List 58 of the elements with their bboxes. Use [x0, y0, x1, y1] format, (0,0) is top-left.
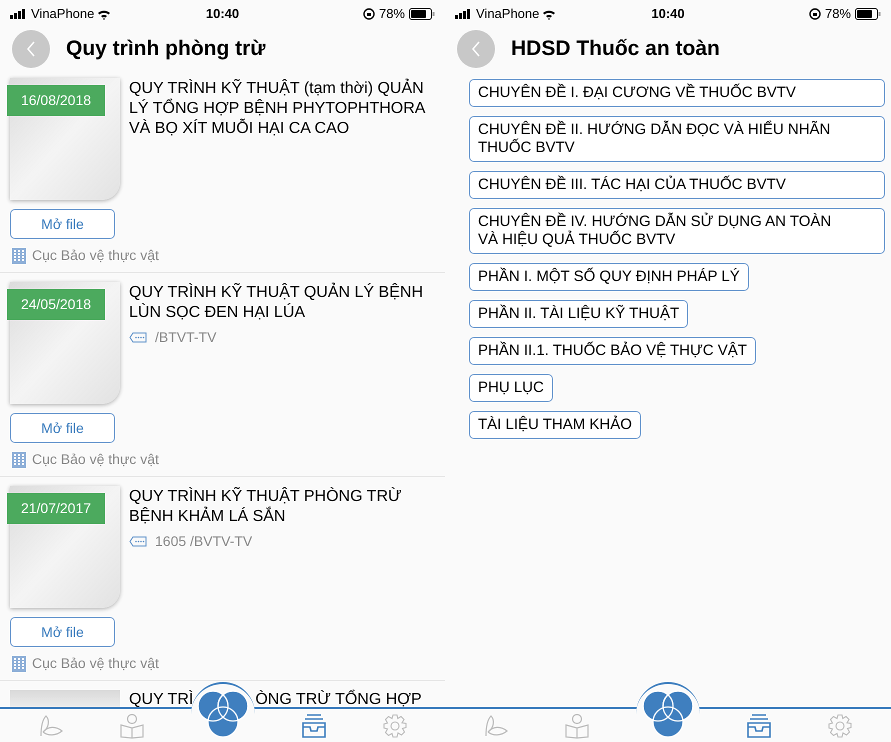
tag-icon	[129, 332, 147, 343]
document-title: ÒNG TRỪ TỔNG HỢP	[255, 690, 422, 707]
date-badge: 16/08/2018	[7, 85, 105, 116]
back-button[interactable]	[12, 30, 50, 68]
document-title: QUY TRÌNH KỸ THUẬT (tạm thời) QUẢN LÝ TỔNG HỢP BỆNH PHYTOPHTHORA VÀ BỌ XÍT MUỖI HẠI CA CAO	[129, 79, 426, 139]
clock-time: 10:40	[651, 5, 685, 24]
leaf-icon	[38, 714, 64, 738]
signal-icon	[10, 9, 28, 19]
battery-percent: 78%	[378, 5, 405, 24]
battery-percent: 78%	[824, 5, 851, 24]
date-badge: 21/07/2017	[7, 493, 105, 524]
section-button[interactable]: PHẦN I. MỘT SỐ QUY ĐỊNH PHÁP LÝ	[469, 263, 749, 291]
leaf-icon	[482, 714, 509, 738]
document-title: QUY TRÌNH KỸ THUẬT PHÒNG TRỪ BỆNH KHẢM LÁ SẮN	[129, 487, 403, 527]
document-code: /BTVT-TV	[155, 328, 216, 347]
section-button[interactable]: PHẦN II.1. THUỐC BẢO VỆ THỰC VẬT	[469, 337, 756, 365]
battery-icon	[855, 8, 881, 20]
chevron-left-icon	[471, 41, 481, 57]
section-button[interactable]: CHUYÊN ĐỀ IV. HƯỚNG DẪN SỬ DỤNG AN TOÀN VÀ HIỆU QUẢ THUỐC BVTV	[469, 208, 885, 254]
carrier-name: VinaPhone	[476, 5, 540, 24]
rotation-lock-icon	[808, 8, 821, 20]
document-title: QUY TRÌNH KỸ THUẬT QUẢN LÝ BỆNH LÙN SỌC ĐEN HẠI LÚA	[129, 283, 424, 323]
signal-icon	[455, 9, 473, 19]
building-icon	[12, 452, 26, 468]
open-file-button[interactable]: Mở file	[10, 413, 115, 443]
back-button[interactable]	[457, 30, 495, 68]
section-button[interactable]: PHẦN II. TÀI LIỆU KỸ THUẬT	[469, 300, 688, 328]
building-icon	[12, 656, 26, 672]
settings-icon	[827, 712, 854, 738]
tag-icon	[129, 536, 147, 547]
carrier-name: VinaPhone	[31, 5, 94, 24]
date-badge: 24/05/2018	[7, 289, 105, 320]
section-button[interactable]: PHỤ LỤC	[469, 374, 553, 402]
settings-icon	[382, 712, 408, 738]
chevron-left-icon	[26, 41, 36, 57]
clock-time: 10:40	[206, 5, 240, 24]
document-title: QUY TRÌ	[129, 690, 194, 707]
source-label: Cục Bảo vệ thực vật	[32, 654, 159, 673]
wifi-icon	[97, 8, 112, 20]
battery-icon	[409, 8, 435, 20]
reading-person-icon	[118, 712, 146, 738]
document-code: 1605 /BVTV-TV	[155, 532, 252, 551]
section-button[interactable]: CHUYÊN ĐỀ I. ĐẠI CƯƠNG VỀ THUỐC BVTV	[469, 79, 885, 107]
open-file-button[interactable]: Mở file	[10, 209, 115, 239]
source-label: Cục Bảo vệ thực vật	[32, 450, 159, 469]
source-label: Cục Bảo vệ thực vật	[32, 246, 159, 265]
section-button[interactable]: CHUYÊN ĐỀ III. TÁC HẠI CỦA THUỐC BVTV	[469, 171, 885, 199]
inbox-tray-icon	[746, 712, 772, 738]
page-title: Quy trình phòng trừ	[66, 36, 266, 62]
page-title: HDSD Thuốc an toàn	[511, 36, 720, 62]
wifi-icon	[542, 8, 556, 20]
reading-person-icon	[562, 712, 591, 738]
section-button[interactable]: CHUYÊN ĐỀ II. HƯỚNG DẪN ĐỌC VÀ HIỂU NHÃN THUỐC BVTV	[469, 116, 885, 162]
open-file-button[interactable]: Mở file	[10, 617, 115, 647]
rotation-lock-icon	[362, 8, 375, 20]
inbox-tray-icon	[300, 712, 326, 738]
section-button[interactable]: TÀI LIỆU THAM KHẢO	[469, 411, 641, 439]
building-icon	[12, 248, 26, 264]
